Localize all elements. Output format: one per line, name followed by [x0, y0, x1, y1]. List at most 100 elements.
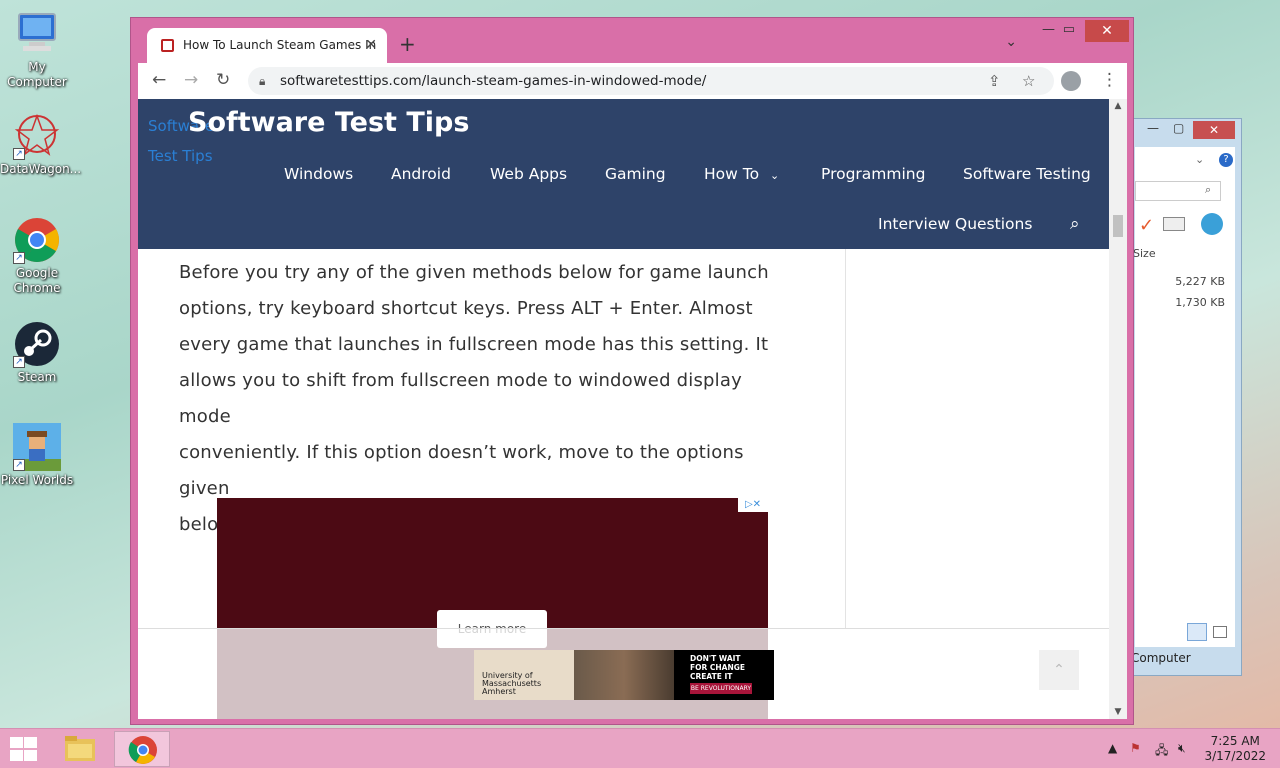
scroll-down-icon[interactable]: ▼	[1109, 707, 1127, 717]
tab-title: How To Launch Steam Games In	[183, 38, 377, 52]
page-viewport: Software Test Tips Software Test Tips Wi…	[138, 99, 1127, 719]
scrollbar-thumb[interactable]	[1113, 215, 1123, 237]
scrollbar[interactable]: ▲ ▼	[1109, 99, 1127, 719]
column-header-size[interactable]: Size	[1133, 247, 1156, 260]
explorer-window[interactable]: — ▢ ✕ ⌄ ? ⌕ ✓ Size 5,227 KB 1,730 KB Com…	[1130, 118, 1242, 676]
share-icon[interactable]: ⇪	[988, 67, 1001, 95]
banner-headline: DON'T WAIT FOR CHANGE CREATE IT	[690, 654, 746, 681]
nav-item-interview-questions[interactable]: Interview Questions	[878, 215, 1032, 233]
action-center-flag-icon[interactable]: ⚑	[1130, 741, 1141, 755]
desktop-icon-label: DataWagon...	[0, 162, 82, 176]
computer-icon	[13, 10, 61, 58]
nav-item-programming[interactable]: Programming	[821, 165, 925, 183]
clock-time: 7:25 AM	[1210, 734, 1260, 748]
minimize-button[interactable]: —	[1147, 121, 1159, 141]
windows-logo-icon	[10, 737, 23, 748]
article-line: options, try keyboard shortcut keys. Pre…	[179, 298, 753, 319]
nav-item-web-apps[interactable]: Web Apps	[490, 165, 567, 183]
shortcut-arrow-icon: ↗	[13, 148, 25, 160]
help-icon[interactable]: ?	[1219, 153, 1233, 167]
profile-avatar-icon[interactable]	[1061, 71, 1081, 91]
nav-item-how-to[interactable]: How To ⌄	[704, 165, 779, 183]
favicon-icon	[161, 39, 174, 52]
taskbar-chrome[interactable]	[114, 731, 170, 767]
clock-date: 3/17/2022	[1204, 749, 1266, 763]
close-button[interactable]: ✕	[1193, 121, 1235, 139]
network-icon[interactable]: 🖧︎	[1155, 741, 1168, 762]
url-text: softwaretesttips.com/launch-steam-games-…	[280, 73, 707, 89]
folder-icon	[65, 736, 95, 761]
list-item[interactable]: 1,730 KB	[1175, 296, 1225, 309]
maximize-button[interactable]: ▢	[1173, 121, 1184, 141]
show-hidden-icons-icon[interactable]: ▲	[1108, 741, 1117, 755]
desktop-icon-my-computer[interactable]: My Computer	[0, 10, 74, 90]
chrome-icon	[128, 736, 157, 764]
pixel-worlds-icon: ↗	[13, 423, 61, 471]
sticky-ad-bar: University of Massachusetts Amherst DON'…	[138, 628, 1109, 719]
browser-window[interactable]: — ▭ ✕ How To Launch Steam Games In ✕ + ⌄…	[130, 17, 1134, 725]
nav-item-label: How To	[704, 165, 760, 183]
status-text: Computer	[1131, 651, 1191, 665]
back-icon[interactable]: ←	[152, 70, 166, 90]
desktop-icon-label: My Computer	[7, 60, 67, 89]
desktop-icon-google-chrome[interactable]: ↗ Google Chrome	[0, 216, 74, 296]
desktop-icon-pixel-worlds[interactable]: ↗ Pixel Worlds	[0, 423, 74, 488]
university-logo: University of Massachusetts Amherst	[474, 650, 574, 700]
menu-kebab-icon[interactable]: ⋮	[1101, 70, 1118, 90]
tab-active[interactable]: How To Launch Steam Games In ✕	[147, 28, 387, 63]
site-header: Software Test Tips Software Test Tips Wi…	[138, 99, 1109, 249]
desktop-icon-label: Google Chrome	[13, 266, 61, 295]
volume-muted-icon[interactable]: 🔇︎	[1178, 741, 1186, 756]
lock-icon[interactable]: 🔒︎	[259, 67, 265, 95]
tiles-view-icon[interactable]	[1213, 626, 1227, 638]
nav-item-windows[interactable]: Windows	[284, 165, 353, 183]
chevron-down-icon[interactable]: ⌄	[1195, 153, 1204, 166]
taskbar: ▲ ⚑ 🖧︎ 🔇︎ 7:25 AM 3/17/2022	[0, 728, 1280, 768]
list-item[interactable]: 5,227 KB	[1175, 275, 1225, 288]
taskbar-file-explorer[interactable]	[52, 731, 108, 767]
bookmark-star-icon[interactable]: ☆	[1022, 67, 1035, 95]
article-line: every game that launches in fullscreen m…	[179, 334, 769, 355]
article-line: Before you try any of the given methods …	[179, 262, 769, 283]
chevron-down-icon[interactable]: ⌄	[1005, 34, 1017, 50]
search-icon: ⌕	[1205, 183, 1212, 196]
close-button[interactable]: ✕	[1085, 20, 1129, 42]
desktop-icon-datawagon[interactable]: ↗ DataWagon...	[0, 112, 82, 177]
checkmark-icon: ✓	[1139, 215, 1155, 236]
start-button[interactable]	[8, 736, 38, 762]
nav-item-android[interactable]: Android	[391, 165, 451, 183]
search-icon[interactable]: ⌕	[1070, 214, 1080, 234]
banner-ad[interactable]: University of Massachusetts Amherst DON'…	[474, 650, 774, 700]
site-title[interactable]: Software Test Tips	[188, 107, 469, 138]
close-icon[interactable]: ✕	[365, 28, 377, 63]
desktop-icon-label: Pixel Worlds	[0, 473, 74, 487]
nav-item-gaming[interactable]: Gaming	[605, 165, 666, 183]
maximize-button[interactable]: ▭	[1063, 22, 1075, 37]
windows-logo-icon	[24, 750, 37, 761]
clock[interactable]: 7:25 AM 3/17/2022	[1204, 734, 1266, 764]
steam-icon: ↗	[13, 320, 61, 368]
banner-cta-button[interactable]: BE REVOLUTIONARY	[690, 683, 752, 694]
chrome-icon: ↗	[13, 216, 61, 264]
article-line: conveniently. If this option doesn’t wor…	[179, 442, 744, 499]
forward-icon[interactable]: →	[184, 70, 198, 90]
article-line: allows you to shift from fullscreen mode…	[179, 370, 742, 427]
windows-logo-icon	[24, 737, 37, 748]
reload-icon[interactable]: ↻	[216, 70, 230, 90]
new-tab-button[interactable]: +	[399, 32, 416, 56]
scroll-up-icon[interactable]: ▲	[1109, 101, 1127, 111]
datawagon-icon: ↗	[13, 112, 61, 160]
nav-item-software-testing[interactable]: Software Testing	[963, 165, 1091, 183]
scroll-to-top-button[interactable]: ⌃	[1039, 650, 1079, 690]
ad-choices-icon[interactable]: ▷✕	[738, 498, 768, 512]
details-view-icon[interactable]	[1187, 623, 1207, 641]
desktop-icon-steam[interactable]: ↗ Steam	[0, 320, 74, 385]
chevron-down-icon: ⌄	[770, 169, 780, 182]
address-bar[interactable]: 🔒︎ softwaretesttips.com/launch-steam-gam…	[248, 67, 1054, 95]
desktop-icon-label: Steam	[17, 370, 57, 384]
browser-toolbar: ← → ↻ 🔒︎ softwaretesttips.com/launch-ste…	[138, 63, 1127, 99]
minimize-button[interactable]: —	[1042, 22, 1055, 37]
drive-icon	[1163, 217, 1185, 231]
shortcut-arrow-icon: ↗	[13, 252, 25, 264]
shortcut-arrow-icon: ↗	[13, 356, 25, 368]
